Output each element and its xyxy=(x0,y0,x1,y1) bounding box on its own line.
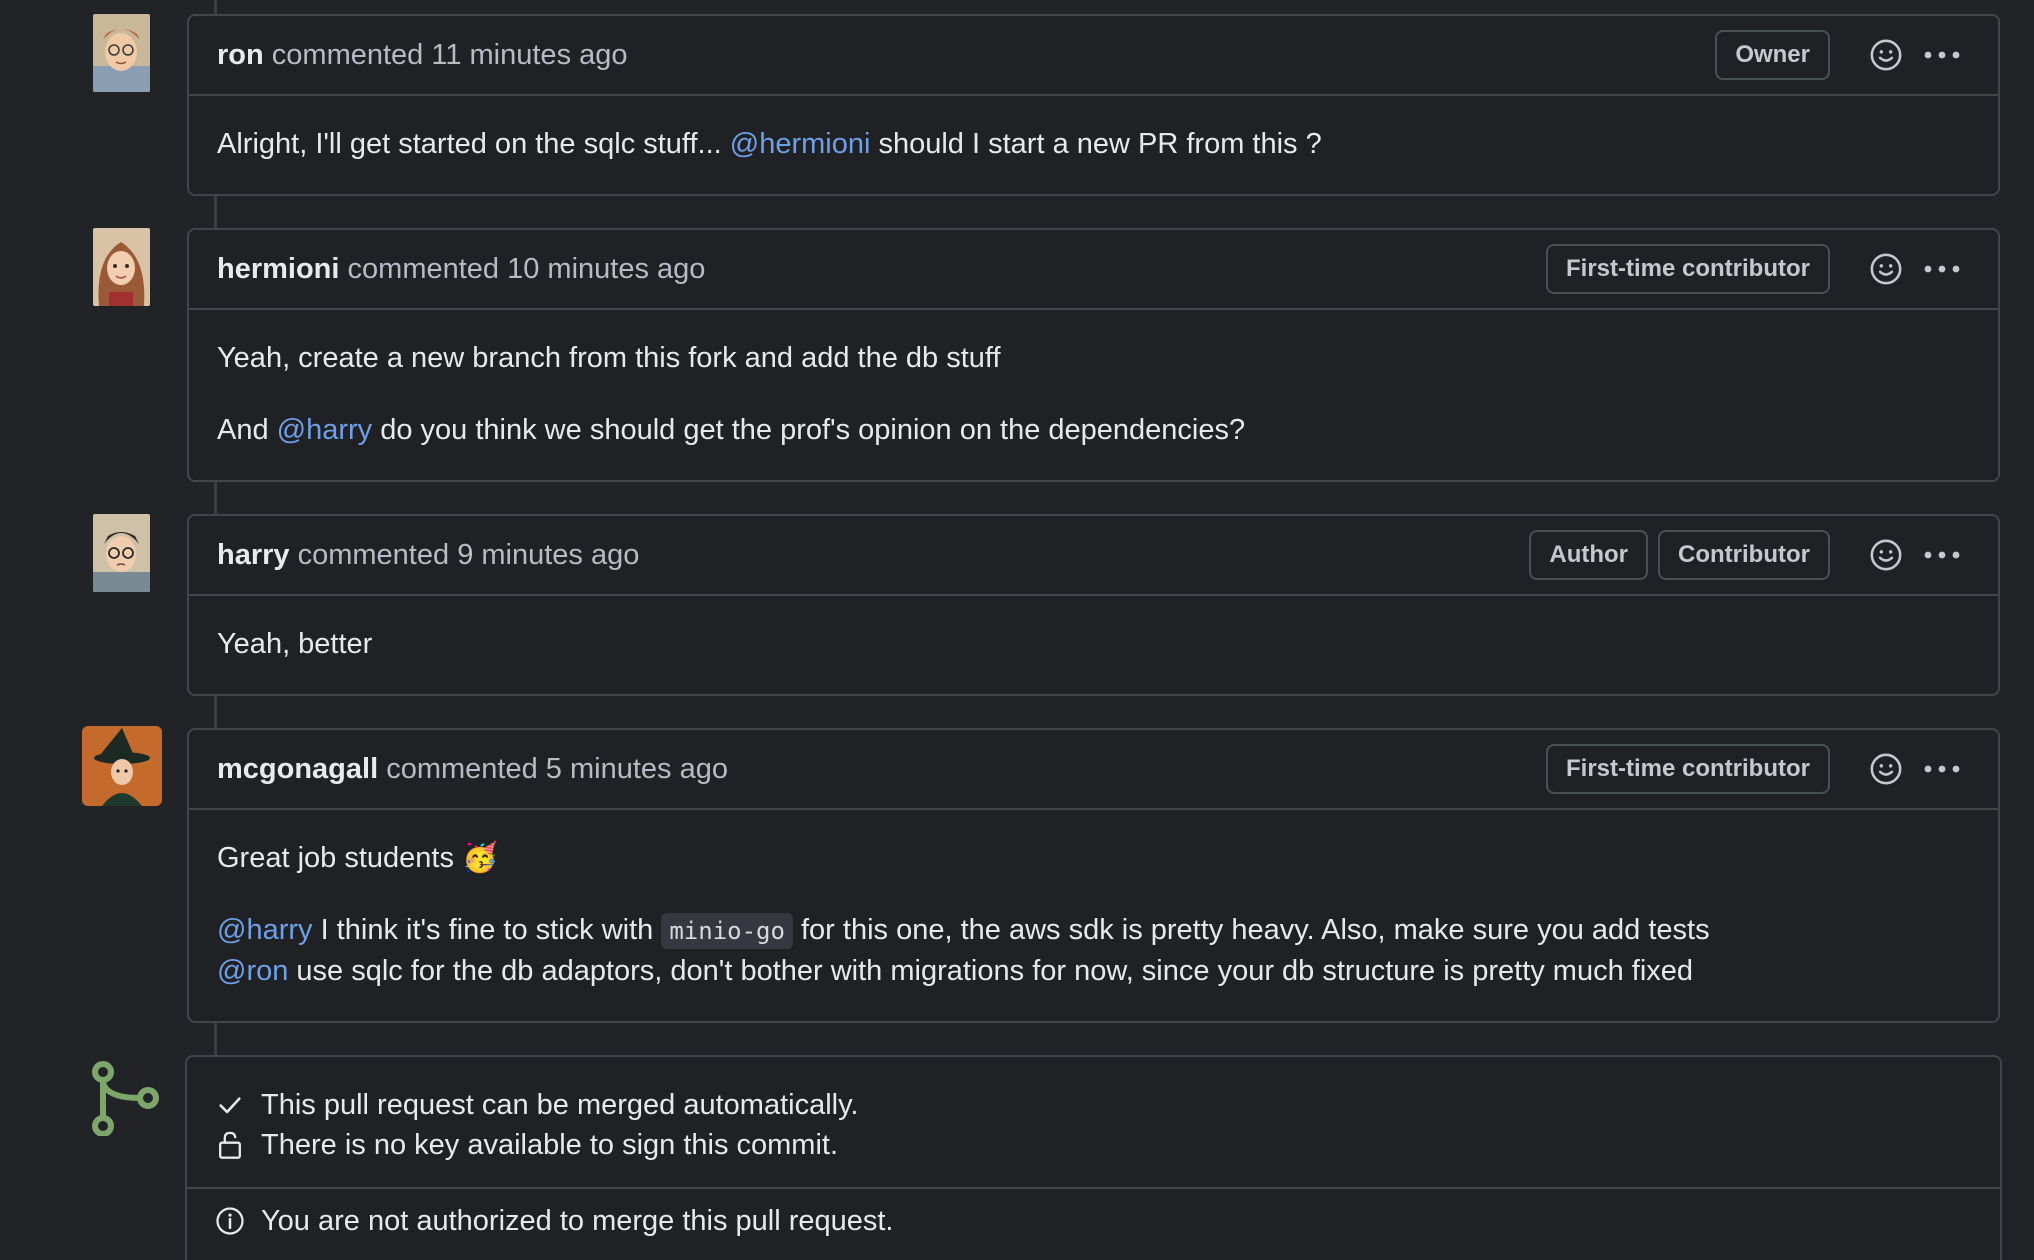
signing-key-text: There is no key available to sign this c… xyxy=(261,1128,839,1161)
comment-badges: Author Contributor xyxy=(1529,530,1830,580)
avatar-mcgonagall[interactable] xyxy=(82,726,162,806)
comment-verb: commented xyxy=(347,252,500,285)
comment-hermioni: hermioni commented 10 minutes ago First-… xyxy=(187,228,2000,482)
user-mention-link[interactable]: @harry xyxy=(217,914,313,946)
avatar-hermioni[interactable] xyxy=(93,228,150,306)
kebab-horizontal-icon xyxy=(1924,265,1960,273)
comment-text: I think it's fine to stick with xyxy=(312,914,662,946)
first-time-contributor-badge: First-time contributor xyxy=(1546,244,1830,294)
user-mention-link[interactable]: @harry xyxy=(277,414,373,446)
user-mention-link[interactable]: @hermioni xyxy=(730,128,871,160)
comment-badges: First-time contributor xyxy=(1546,244,1830,294)
author-badge: Author xyxy=(1529,530,1649,580)
comment-mcgonagall: mcgonagall commented 5 minutes ago First… xyxy=(187,728,2000,1023)
signing-key-status: There is no key available to sign this c… xyxy=(215,1125,1972,1165)
add-reaction-button[interactable] xyxy=(1864,747,1908,791)
comment-paragraph: @harry I think it's fine to stick with m… xyxy=(217,910,1970,991)
comment-body: Alright, I'll get started on the sqlc st… xyxy=(189,96,1998,194)
comment-body: Yeah, create a new branch from this fork… xyxy=(189,310,1998,480)
comment-paragraph: Alright, I'll get started on the sqlc st… xyxy=(217,124,1970,164)
add-reaction-button[interactable] xyxy=(1864,533,1908,577)
comment-text: Alright, I'll get started on the sqlc st… xyxy=(217,128,730,160)
more-options-button[interactable] xyxy=(1920,247,1964,291)
comment-header: hermioni commented 10 minutes ago First-… xyxy=(189,230,1998,310)
comment-text: Yeah, create a new branch from this fork… xyxy=(217,342,1001,374)
comment-author[interactable]: harry xyxy=(217,539,290,571)
comment-meta: hermioni commented 10 minutes ago xyxy=(217,253,1546,286)
comment-badges: First-time contributor xyxy=(1546,744,1830,794)
comment-verb: commented xyxy=(271,38,424,71)
merge-authorization: You are not authorized to merge this pul… xyxy=(187,1201,2000,1241)
mergeable-text: This pull request can be merged automati… xyxy=(261,1088,859,1121)
comment-header: mcgonagall commented 5 minutes ago First… xyxy=(189,730,1998,810)
merge-status-box: This pull request can be merged automati… xyxy=(185,1055,2002,1260)
comment-text: do you think we should get the prof's op… xyxy=(372,414,1246,446)
merge-checks: This pull request can be merged automati… xyxy=(187,1057,2000,1165)
comment-meta: ron commented 11 minutes ago xyxy=(217,39,1715,72)
comment-header: harry commented 9 minutes ago Author Con… xyxy=(189,516,1998,596)
comment-text: for this one, the aws sdk is pretty heav… xyxy=(792,914,1710,946)
more-options-button[interactable] xyxy=(1920,747,1964,791)
comment-ron: ron commented 11 minutes ago Owner Alrig… xyxy=(187,14,2000,196)
comment-text: use sqlc for the db adaptors, don't both… xyxy=(288,955,1694,987)
comment-meta: harry commented 9 minutes ago xyxy=(217,539,1529,572)
git-merge-icon xyxy=(88,1060,160,1137)
smiley-icon xyxy=(1870,253,1902,285)
comment-text: Yeah, better xyxy=(217,628,373,660)
comment-harry: harry commented 9 minutes ago Author Con… xyxy=(187,514,2000,696)
unlock-icon xyxy=(215,1130,245,1160)
comment-verb: commented xyxy=(297,538,450,571)
comment-text: Great job students xyxy=(217,842,463,874)
comment-author[interactable]: mcgonagall xyxy=(217,753,378,785)
comment-paragraph: Great job students 🥳 xyxy=(217,838,1970,878)
comment-badges: Owner xyxy=(1715,30,1830,80)
comment-verb: commented xyxy=(386,752,538,785)
comment-timestamp[interactable]: 5 minutes ago xyxy=(546,753,728,785)
inline-code: minio-go xyxy=(661,913,793,949)
smiley-icon xyxy=(1870,539,1902,571)
comment-body: Yeah, better xyxy=(189,596,1998,694)
avatar-ron[interactable] xyxy=(93,14,150,92)
smiley-icon xyxy=(1870,39,1902,71)
comment-timestamp[interactable]: 10 minutes ago xyxy=(507,253,705,285)
comment-text: should I start a new PR from this ? xyxy=(870,128,1322,160)
avatar-harry[interactable] xyxy=(93,514,150,592)
contributor-badge: Contributor xyxy=(1658,530,1830,580)
comment-author[interactable]: hermioni xyxy=(217,253,339,285)
comment-header: ron commented 11 minutes ago Owner xyxy=(189,16,1998,96)
authorization-status: You are not authorized to merge this pul… xyxy=(215,1201,1972,1241)
kebab-horizontal-icon xyxy=(1924,551,1960,559)
check-icon xyxy=(215,1090,245,1120)
smiley-icon xyxy=(1870,753,1902,785)
comment-meta: mcgonagall commented 5 minutes ago xyxy=(217,753,1546,786)
more-options-button[interactable] xyxy=(1920,33,1964,77)
comment-paragraph: Yeah, better xyxy=(217,624,1970,664)
info-icon xyxy=(215,1206,245,1236)
authorization-text: You are not authorized to merge this pul… xyxy=(261,1204,894,1237)
kebab-horizontal-icon xyxy=(1924,51,1960,59)
partying-face-emoji: 🥳 xyxy=(462,842,499,874)
pull-request-timeline: ron commented 11 minutes ago Owner Alrig… xyxy=(0,0,2034,1260)
comment-paragraph: Yeah, create a new branch from this fork… xyxy=(217,338,1970,378)
comment-body: Great job students 🥳 @harry I think it's … xyxy=(189,810,1998,1021)
add-reaction-button[interactable] xyxy=(1864,33,1908,77)
add-reaction-button[interactable] xyxy=(1864,247,1908,291)
owner-badge: Owner xyxy=(1715,30,1830,80)
mergeable-status: This pull request can be merged automati… xyxy=(215,1085,1972,1125)
more-options-button[interactable] xyxy=(1920,533,1964,577)
comment-timestamp[interactable]: 9 minutes ago xyxy=(457,539,639,571)
comment-timestamp[interactable]: 11 minutes ago xyxy=(431,39,627,71)
comment-author[interactable]: ron xyxy=(217,39,264,71)
merge-divider xyxy=(187,1187,2000,1189)
kebab-horizontal-icon xyxy=(1924,765,1960,773)
user-mention-link[interactable]: @ron xyxy=(217,955,288,987)
first-time-contributor-badge: First-time contributor xyxy=(1546,744,1830,794)
comment-paragraph: And @harry do you think we should get th… xyxy=(217,410,1970,450)
comment-text: And xyxy=(217,414,277,446)
